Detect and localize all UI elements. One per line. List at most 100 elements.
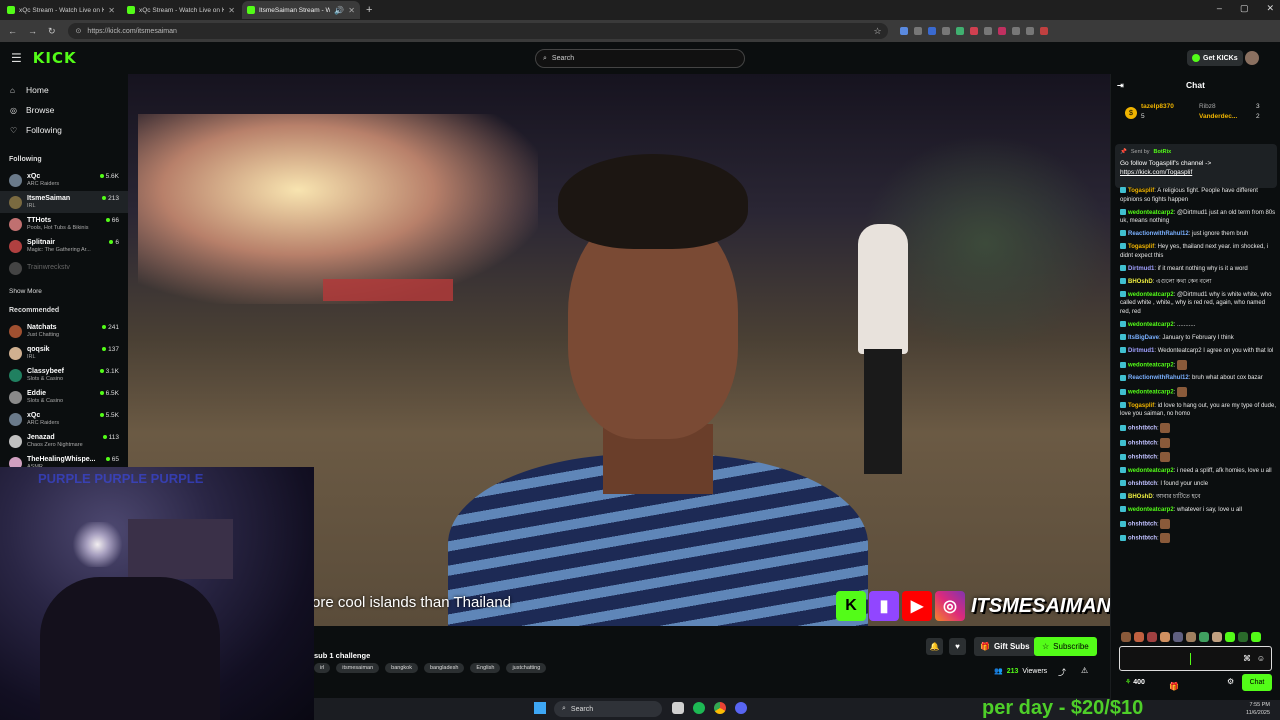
chat-username[interactable]: ReactionwithRahul12 — [1128, 375, 1189, 381]
gift-subs-button[interactable]: 🎁 Gift Subs — [974, 637, 1036, 656]
show-more-link[interactable]: Show More — [0, 285, 128, 299]
sidebar-channel[interactable]: Trainwreckstv — [0, 257, 128, 279]
sidebar-channel[interactable]: TTHots Pools, Hot Tubs & Bikinis 66 — [0, 213, 128, 235]
chat-username[interactable]: wedonteatcarp2 — [1128, 468, 1174, 474]
file-explorer-icon[interactable] — [672, 702, 684, 714]
collapse-chat-icon[interactable]: ⇥ — [1117, 81, 1124, 90]
emote-icon[interactable] — [1225, 632, 1235, 642]
emote-icon[interactable] — [1121, 632, 1131, 642]
stream-tag[interactable]: English — [470, 663, 501, 673]
spotify-icon[interactable] — [693, 702, 705, 714]
get-kicks-button[interactable]: Get KICKs — [1187, 50, 1243, 66]
search-input[interactable]: ⌕ Search — [535, 49, 745, 68]
chat-username[interactable]: Togasplif — [1128, 244, 1154, 250]
menu-icon[interactable]: ☰ — [11, 51, 22, 65]
close-icon[interactable]: ✕ — [108, 6, 115, 15]
chat-username[interactable]: wedonteatcarp2 — [1128, 292, 1174, 298]
chat-username[interactable]: wedonteatcarp2 — [1128, 210, 1174, 216]
chat-username[interactable]: ReactionwithRahul12 — [1128, 231, 1189, 237]
notification-bell-icon[interactable]: 🔔 — [926, 638, 943, 655]
site-info-icon[interactable]: ⊙ — [76, 27, 82, 35]
sidebar-channel[interactable]: xQc ARC Raiders 5.5K — [0, 408, 128, 430]
browser-tab[interactable]: xQc Stream - Watch Live on Kic ✕ — [122, 1, 240, 19]
sidebar-channel[interactable]: ItsmeSaiman IRL 213 — [0, 191, 128, 213]
chat-username[interactable]: ohshtbtch — [1128, 440, 1157, 446]
emote-icon[interactable] — [1173, 632, 1183, 642]
extension-icon[interactable] — [983, 27, 992, 35]
sidebar-channel[interactable]: xQc ARC Raiders 5.6K — [0, 169, 128, 191]
chat-username[interactable]: wedonteatcarp2 — [1128, 390, 1174, 396]
emote-icon[interactable] — [1212, 632, 1222, 642]
stream-tag[interactable]: itsmesaiman — [336, 663, 380, 673]
extension-icon[interactable] — [913, 27, 922, 35]
chat-username[interactable]: Dirtmud1 — [1128, 348, 1154, 354]
emote-icon[interactable] — [1186, 632, 1196, 642]
chat-username[interactable]: Togasplif — [1128, 188, 1154, 194]
channel-points[interactable]: ⚘ 400 — [1125, 678, 1145, 686]
stream-tag[interactable]: bangladesh — [423, 663, 465, 673]
emote-icon[interactable] — [1251, 632, 1261, 642]
sidebar-channel[interactable]: Splitnair Magic: The Gathering Ar... 6 — [0, 235, 128, 257]
chat-input[interactable]: ⌘ ☺ — [1119, 646, 1272, 671]
emote-icon[interactable] — [1160, 632, 1170, 642]
extension-icon[interactable] — [1011, 27, 1020, 35]
emote-icon[interactable] — [1134, 632, 1144, 642]
share-icon[interactable]: ⤴ — [1058, 667, 1066, 678]
extension-icon[interactable] — [1025, 27, 1034, 35]
extension-icon[interactable] — [955, 27, 964, 35]
discord-icon[interactable] — [735, 702, 747, 714]
extension-icon[interactable] — [927, 27, 936, 35]
extension-icon[interactable] — [997, 27, 1006, 35]
emote-icon[interactable] — [1199, 632, 1209, 642]
emoji-icon[interactable]: ☺ — [1257, 654, 1265, 663]
send-chat-button[interactable]: Chat — [1242, 674, 1272, 691]
gear-icon[interactable]: ⚙ — [1227, 677, 1234, 686]
back-icon[interactable]: ← — [8, 26, 17, 37]
chat-username[interactable]: Togasplif — [1128, 403, 1154, 409]
chat-username[interactable]: ohshtbtch — [1128, 521, 1157, 527]
close-icon[interactable]: ✕ — [228, 6, 235, 15]
emote-icon[interactable] — [1147, 632, 1157, 642]
emote-icon[interactable] — [1238, 632, 1248, 642]
close-window-icon[interactable]: ✕ — [1266, 3, 1274, 14]
sidebar-channel[interactable]: Eddie Slots & Casino 6.5K — [0, 386, 128, 408]
extension-icon[interactable] — [969, 27, 978, 35]
chat-username[interactable]: wedonteatcarp2 — [1128, 362, 1174, 368]
forward-icon[interactable]: → — [28, 26, 37, 37]
subscribe-button[interactable]: ☆ Subscribe — [1034, 637, 1097, 656]
sidebar-channel[interactable]: qoqsik IRL 137 — [0, 342, 128, 364]
chat-username[interactable]: BHOshD — [1128, 494, 1153, 500]
nav-browse[interactable]: ◎ Browse — [0, 100, 128, 120]
follow-heart-icon[interactable]: ♥ — [949, 638, 966, 655]
browser-tab-active[interactable]: ItsmeSaiman Stream - Watc🔊✕ — [242, 1, 360, 19]
extension-icon[interactable] — [941, 27, 950, 35]
stream-tag[interactable]: justchatting — [506, 663, 547, 673]
minimize-icon[interactable]: – — [1217, 3, 1222, 14]
chat-username[interactable]: wedonteatcarp2 — [1128, 322, 1174, 328]
speaker-icon[interactable]: 🔊 — [334, 6, 344, 15]
command-icon[interactable]: ⌘ — [1243, 654, 1251, 663]
extension-icon[interactable] — [1039, 27, 1048, 35]
user-avatar[interactable] — [1245, 51, 1259, 65]
maximize-icon[interactable]: ▢ — [1240, 3, 1249, 14]
reload-icon[interactable]: ↻ — [48, 26, 56, 37]
nav-home[interactable]: ⌂ Home — [0, 80, 128, 100]
url-field[interactable]: ⊙ https://kick.com/itsmesaiman ☆ — [67, 23, 888, 39]
gift-icon[interactable]: 🎁 — [1163, 677, 1185, 696]
stream-tag[interactable]: irl — [314, 663, 331, 673]
sidebar-channel[interactable]: Jenazad Chaos Zero Nightmare 113 — [0, 430, 128, 452]
chat-username[interactable]: ItsBigDave — [1128, 335, 1159, 341]
pinned-link[interactable]: https://kick.com/Togasplif — [1120, 169, 1192, 176]
bookmark-star-icon[interactable]: ☆ — [873, 26, 881, 37]
chat-username[interactable]: ohshtbtch — [1128, 426, 1157, 432]
chrome-icon[interactable] — [714, 702, 726, 714]
report-icon[interactable]: ⚠ — [1081, 666, 1088, 675]
chat-username[interactable]: ohshtbtch — [1128, 455, 1157, 461]
chat-username[interactable]: ohshtbtch — [1128, 536, 1157, 542]
windows-start-icon[interactable] — [534, 702, 546, 714]
sidebar-channel[interactable]: Natchats Just Chatting 241 — [0, 320, 128, 342]
chat-username[interactable]: ohshtbtch — [1128, 481, 1157, 487]
nav-following[interactable]: ♡ Following — [0, 120, 128, 140]
taskbar-search[interactable]: ⌕ Search — [554, 701, 662, 717]
browser-tab[interactable]: xQc Stream - Watch Live on Kic ✕ — [2, 1, 120, 19]
